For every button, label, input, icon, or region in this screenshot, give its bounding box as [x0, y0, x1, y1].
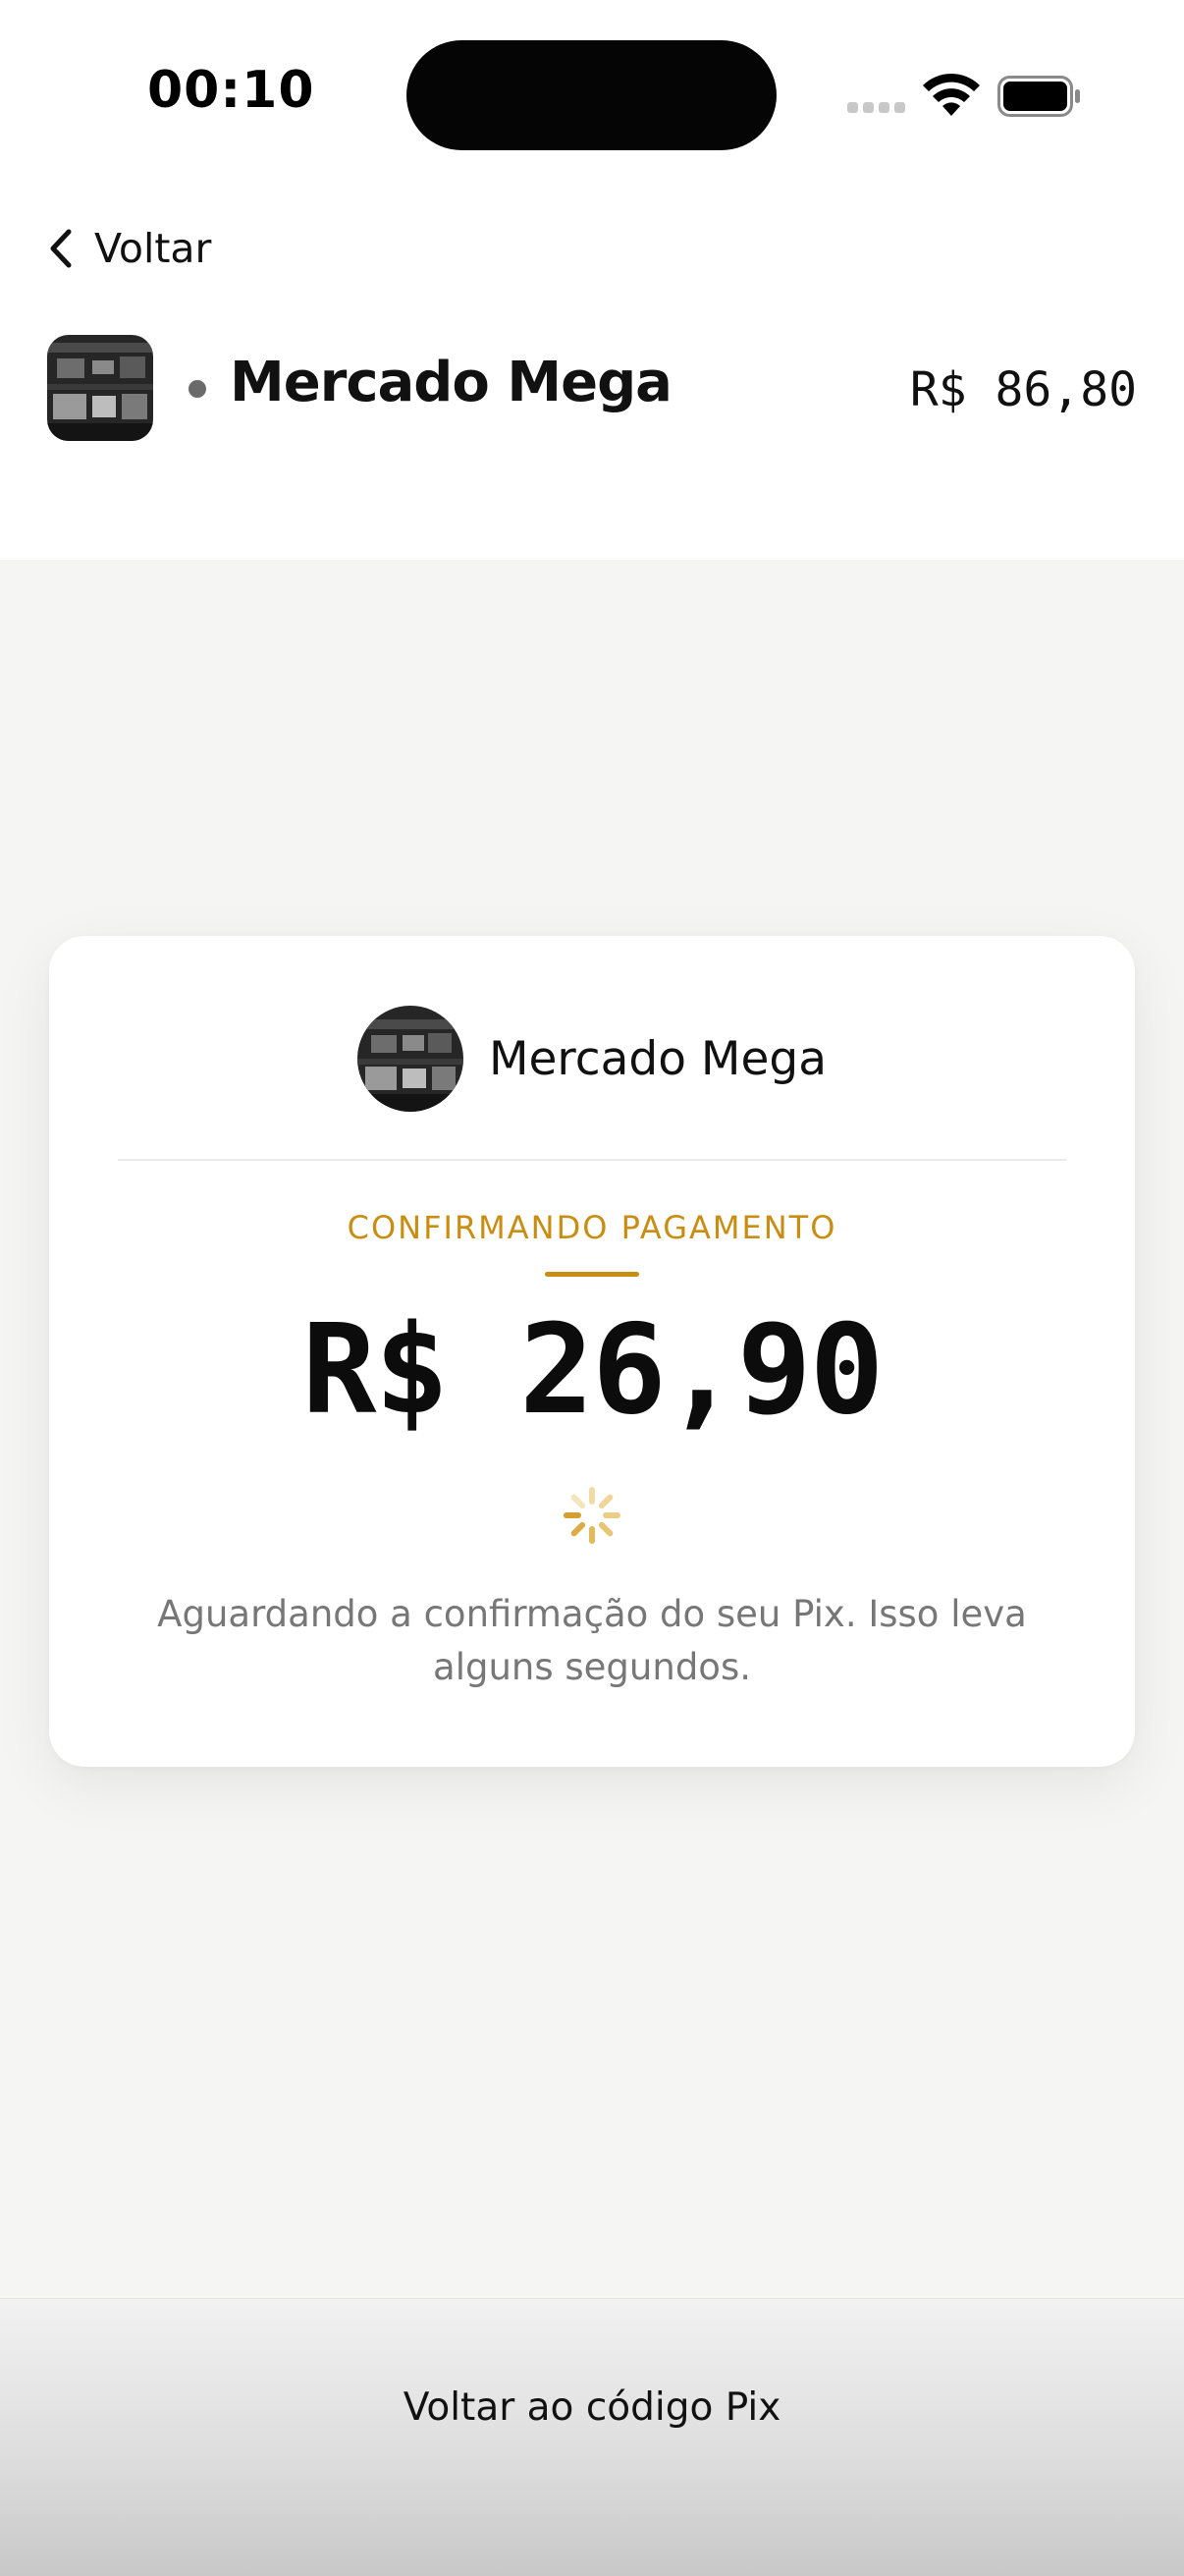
payment-amount: R$ 26,90	[301, 1297, 885, 1442]
header-bullet	[188, 380, 206, 398]
header-total-amount: R$ 86,80	[909, 362, 1137, 417]
payment-waiting-message: Aguardando a confirmação do seu Pix. Iss…	[157, 1593, 1027, 1688]
status-bar-time: 00:10	[147, 61, 315, 120]
card-store-name: Mercado Mega	[488, 1031, 828, 1086]
status-underline	[545, 1272, 639, 1277]
dynamic-island	[406, 40, 777, 150]
battery-icon	[997, 76, 1080, 117]
loading-spinner-icon	[564, 1487, 620, 1544]
store-avatar	[356, 1006, 463, 1112]
header-store-row: Mercado Mega R$ 86,80	[47, 335, 1137, 441]
card-divider	[118, 1159, 1066, 1161]
card-store-row: Mercado Mega	[49, 1005, 1135, 1113]
bottom-action-bar: Voltar ao código Pix	[0, 2298, 1184, 2576]
back-to-pix-code-label: Voltar ao código Pix	[403, 2384, 781, 2430]
back-label: Voltar	[94, 225, 212, 272]
header-store-name: Mercado Mega	[230, 351, 673, 414]
back-button[interactable]: Voltar	[47, 218, 211, 279]
wifi-icon	[923, 73, 980, 116]
back-to-pix-code-button[interactable]: Voltar ao código Pix	[0, 2358, 1184, 2456]
store-thumbnail	[47, 335, 153, 441]
cell-signal-icon	[847, 102, 906, 116]
chevron-left-icon	[50, 229, 72, 268]
payment-status-card: Mercado Mega CONFIRMANDO PAGAMENTO R$ 26…	[49, 936, 1135, 1767]
payment-status-label: CONFIRMANDO PAGAMENTO	[347, 1209, 837, 1246]
